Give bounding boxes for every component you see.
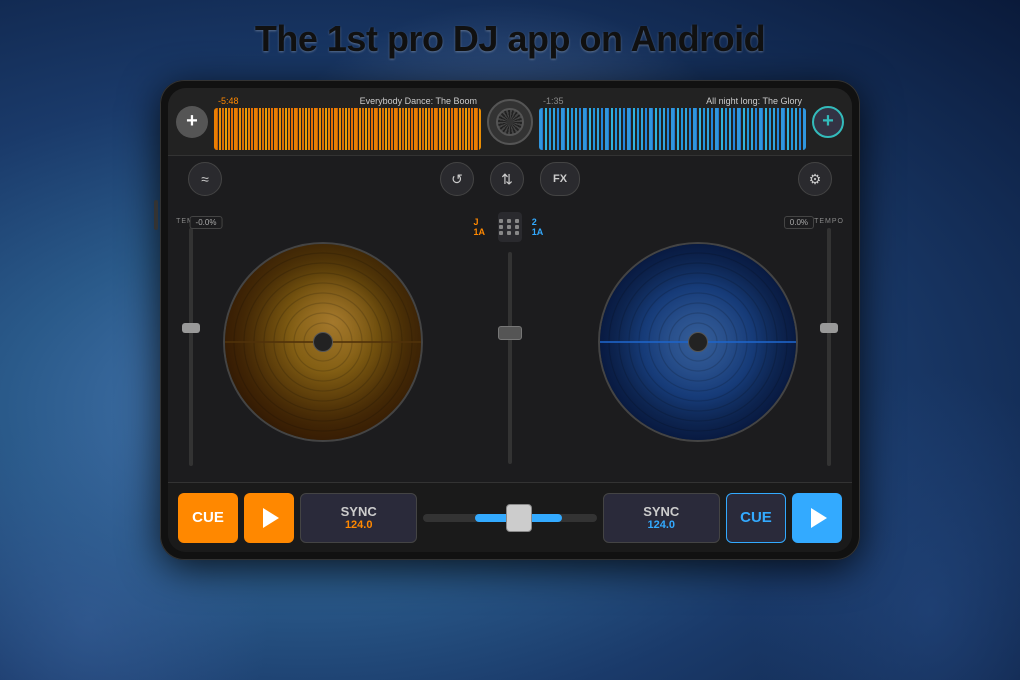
play-left-icon	[263, 508, 279, 528]
track-right-name: All night long: The Glory	[706, 96, 802, 106]
pitch-track-left	[189, 228, 193, 466]
deck-right-label: 2 1A	[532, 217, 547, 237]
tablet-screen: + -5:48 Everybody Dance: The Boom	[168, 88, 852, 552]
crossfader-thumb	[506, 504, 532, 532]
cue-left-button[interactable]: CUE	[178, 493, 238, 543]
play-right-button[interactable]	[792, 493, 842, 543]
controls-row: ≈ ↺ ⇅ FX ⚙	[168, 156, 852, 202]
grid-icon-button[interactable]	[498, 212, 521, 242]
tablet-side-button	[154, 200, 158, 230]
grid-dots	[499, 219, 521, 235]
add-left-button[interactable]: +	[176, 106, 208, 138]
wave-icon: ≈	[201, 171, 209, 187]
waveform-right-display	[539, 108, 806, 150]
pitch-badge-right: 0.0%	[784, 216, 814, 229]
turntable-left[interactable]	[223, 242, 423, 442]
channel-fader[interactable]	[508, 252, 512, 464]
eq-icon: ⇅	[501, 171, 513, 188]
top-bar: + -5:48 Everybody Dance: The Boom	[168, 88, 852, 156]
turntable-right[interactable]	[598, 242, 798, 442]
waveform-bars-orange	[214, 108, 481, 150]
track-right-time: -1:35	[543, 96, 564, 106]
pitch-thumb-left	[182, 323, 200, 333]
loop-ctrl-button[interactable]: ↺	[440, 162, 474, 196]
cue-right-button[interactable]: CUE	[726, 493, 786, 543]
deck-left-label: J 1A	[474, 217, 489, 237]
sync-right-button[interactable]: SYNC 124.0	[603, 493, 720, 543]
pitch-thumb-right	[820, 323, 838, 333]
waveform-bars-blue	[539, 108, 806, 150]
track-left-name: Everybody Dance: The Boom	[360, 96, 477, 106]
center-fader: J 1A	[475, 208, 545, 476]
pitch-slider-left[interactable]: TEMPO	[180, 218, 202, 466]
gear-icon: ⚙	[809, 171, 822, 188]
waveform-left-info: -5:48 Everybody Dance: The Boom	[214, 94, 481, 108]
sync-left-bpm: 124.0	[345, 519, 373, 531]
crossfader-track	[423, 514, 596, 522]
sync-right-label: SYNC	[643, 504, 679, 519]
tablet-wrapper: + -5:48 Everybody Dance: The Boom	[160, 80, 860, 560]
wave-ctrl-button[interactable]: ≈	[188, 162, 222, 196]
cue-left-label: CUE	[192, 509, 224, 526]
fx-label: FX	[553, 173, 567, 185]
pitch-track-right	[827, 228, 831, 466]
waveform-right: -1:35 All night long: The Glory	[539, 94, 806, 150]
play-left-button[interactable]	[244, 493, 294, 543]
sync-right-bpm: 124.0	[648, 519, 676, 531]
bottom-bar: CUE SYNC 124.0	[168, 482, 852, 552]
eq-ctrl-button[interactable]: ⇅	[490, 162, 524, 196]
dj-app: + -5:48 Everybody Dance: The Boom	[168, 88, 852, 552]
tempo-right-label: TEMPO	[814, 218, 844, 225]
waveform-left-display	[214, 108, 481, 150]
crossfader[interactable]	[423, 493, 596, 543]
tt-center-right	[688, 332, 708, 352]
track-left-time: -5:48	[218, 96, 239, 106]
disk-visual	[496, 108, 524, 136]
play-right-icon	[811, 508, 827, 528]
page-headline: The 1st pro DJ app on Android	[0, 18, 1020, 60]
gear-ctrl-button[interactable]: ⚙	[798, 162, 832, 196]
turntable-right-side: 0.0% TEMPO	[551, 208, 844, 476]
turntable-left-side: TEMPO -0.0%	[176, 208, 469, 476]
cue-right-label: CUE	[740, 509, 772, 526]
tablet-device: + -5:48 Everybody Dance: The Boom	[160, 80, 860, 560]
add-right-button[interactable]: +	[812, 106, 844, 138]
waveform-right-info: -1:35 All night long: The Glory	[539, 94, 806, 108]
pitch-badge-left: -0.0%	[190, 216, 223, 229]
sync-left-label: SYNC	[341, 504, 377, 519]
waveform-left: -5:48 Everybody Dance: The Boom	[214, 94, 481, 150]
tt-center-left	[313, 332, 333, 352]
mixing-area: TEMPO -0.0%	[168, 202, 852, 482]
pitch-slider-right[interactable]: TEMPO	[818, 218, 840, 466]
sync-left-button[interactable]: SYNC 124.0	[300, 493, 417, 543]
center-disk	[487, 99, 533, 145]
fader-thumb	[498, 326, 522, 340]
loop-icon: ↺	[451, 171, 463, 188]
fx-ctrl-button[interactable]: FX	[540, 162, 580, 196]
